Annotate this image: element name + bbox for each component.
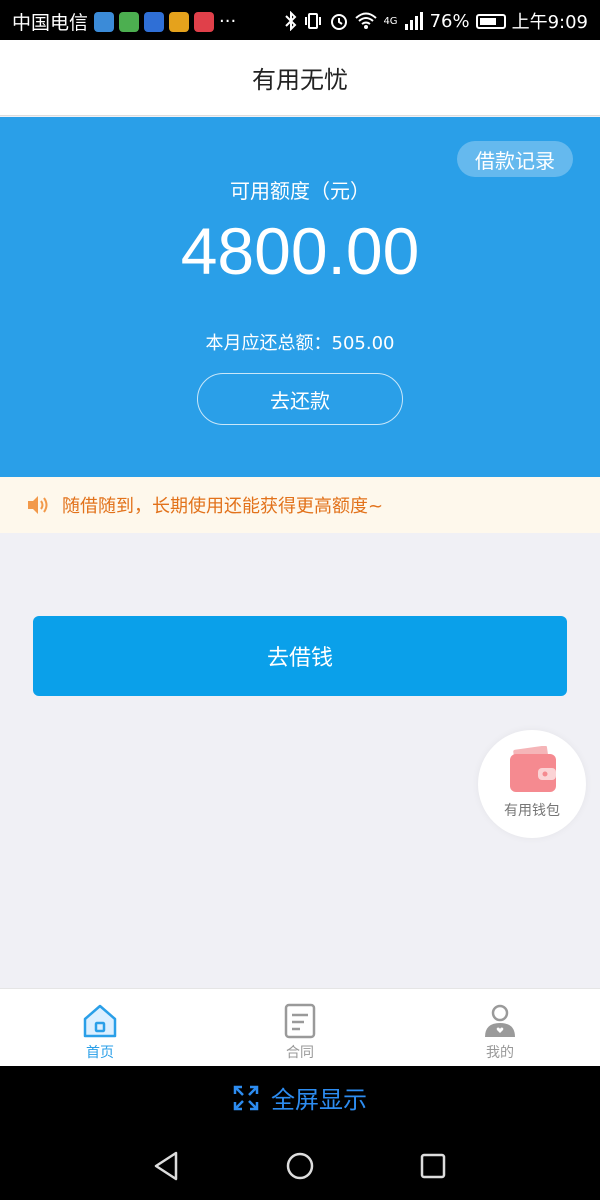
network-type: 4G (383, 15, 398, 27)
borrow-button[interactable]: 去借钱 (33, 616, 567, 696)
monthly-due-text: 本月应还总额：505.00 (205, 333, 395, 354)
status-bar: 中国电信 ··· 4G 76% 上午9:09 (0, 0, 600, 40)
loan-records-button[interactable]: 借款记录 (457, 141, 573, 177)
notice-text: 随借随到，长期使用还能获得更高额度~ (62, 496, 384, 517)
bluetooth-icon (285, 11, 297, 31)
fullscreen-label: 全屏显示 (271, 1086, 367, 1114)
more-notifications: ··· (219, 11, 237, 32)
recents-icon[interactable] (415, 1148, 451, 1184)
credit-card-panel: 借款记录 可用额度（元） 4800.00 本月应还总额：505.00 去还款 (0, 117, 600, 477)
fullscreen-button[interactable]: 全屏显示 (0, 1080, 600, 1115)
system-nav-keys (0, 1148, 600, 1184)
home-nav-icon[interactable] (282, 1148, 318, 1184)
app-header: 有用无忧 (0, 40, 600, 116)
chrome-icon (169, 11, 190, 32)
wallet-icon (510, 746, 556, 792)
battery-icon (475, 13, 506, 29)
status-left: 中国电信 ··· (12, 8, 236, 35)
home-icon (83, 1004, 117, 1038)
alarm-icon (331, 14, 348, 30)
available-credit-amount: 4800.00 (180, 214, 420, 288)
speaker-icon (28, 496, 48, 514)
wifi-icon (355, 12, 378, 29)
tab-home-label: 首页 (86, 1045, 114, 1061)
page-title: 有用无忧 (252, 66, 348, 94)
tab-contract[interactable]: 合同 (200, 989, 400, 1067)
tab-mine-label: 我的 (486, 1045, 514, 1061)
back-icon[interactable] (150, 1148, 186, 1184)
tab-home[interactable]: 首页 (0, 989, 200, 1067)
contract-icon (284, 1003, 316, 1039)
vibrate-icon (305, 13, 322, 29)
available-credit-label: 可用额度（元） (230, 179, 370, 203)
shield-app-icon (94, 11, 115, 32)
signal-icon (404, 12, 423, 30)
tab-contract-label: 合同 (286, 1045, 314, 1061)
user-icon (485, 1004, 515, 1037)
carrier-name: 中国电信 (12, 12, 89, 34)
status-right: 4G 76% 上午9:09 (285, 8, 588, 34)
bottom-tab-bar: 首页 合同 我的 (0, 988, 600, 1066)
baidu-icon (144, 11, 165, 32)
system-overlay-bar: 全屏显示 (0, 1066, 600, 1200)
clock: 上午9:09 (511, 12, 588, 33)
tab-mine[interactable]: 我的 (400, 989, 600, 1067)
wallet-float-button[interactable]: 有用钱包 (478, 730, 586, 838)
battery-percent: 76% (429, 10, 470, 32)
wallet-label: 有用钱包 (504, 803, 560, 819)
repay-button[interactable]: 去还款 (197, 373, 403, 425)
app-notification-icon (194, 11, 215, 32)
wechat-icon (119, 11, 140, 32)
expand-icon (233, 1085, 259, 1110)
notice-banner: 随借随到，长期使用还能获得更高额度~ (0, 477, 600, 533)
